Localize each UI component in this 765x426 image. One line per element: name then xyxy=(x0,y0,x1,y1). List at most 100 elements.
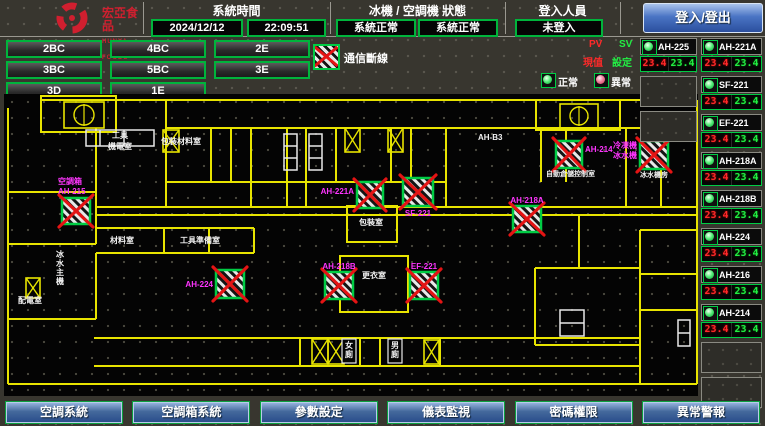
stair-icon xyxy=(424,340,439,364)
equipment-entry-AH-221A[interactable]: AH-221A 23.423.4 xyxy=(701,38,762,72)
equipment-entry-AH-218A[interactable]: AH-218A23.423.4 xyxy=(701,152,762,186)
svg-text:冰水主機: 冰水主機 xyxy=(55,249,65,286)
equipment-entry-SF-221[interactable]: SF-221 23.423.4 xyxy=(701,76,762,110)
menu-button-密碼權限[interactable]: 密碼權限 xyxy=(515,401,633,424)
menu-button-空調系統[interactable]: 空調系統 xyxy=(5,401,123,424)
equipment-entry-AH-214[interactable]: AH-21423.423.4 xyxy=(701,304,762,338)
normal-lamp-icon xyxy=(541,73,556,88)
pv-sv-values: 23.423.4 xyxy=(701,284,762,300)
status-lamp-icon xyxy=(703,154,717,167)
empty-slot xyxy=(640,76,697,107)
floor-button-4BC[interactable]: 4BC xyxy=(110,40,206,58)
room-label-AH-B3: AH-B3 xyxy=(478,133,503,142)
svg-text:工具: 工具 xyxy=(112,131,128,140)
floor-button-5BC[interactable]: 5BC xyxy=(110,61,206,79)
pv-value: 23.4 xyxy=(702,95,732,109)
ac-status-display: 系統正常 xyxy=(418,19,498,37)
ahu-tag-label: EF-221 xyxy=(411,262,438,271)
ahu-unit-EF-221[interactable]: EF-221 xyxy=(407,262,441,302)
equipment-entry-AH-216[interactable]: AH-21623.423.4 xyxy=(701,266,762,300)
menu-button-異常警報[interactable]: 異常警報 xyxy=(642,401,760,424)
sv-value: 23.4 xyxy=(732,57,761,71)
floor-button-3BC[interactable]: 3BC xyxy=(6,61,102,79)
ahu-unit-CHILLER[interactable]: 冷凍機冰水機 xyxy=(613,138,671,172)
pv-sv-values: 23.423.4 xyxy=(701,246,762,262)
room-label-工具: 工具 xyxy=(112,131,128,140)
login-logout-button[interactable]: 登入/登出 xyxy=(643,3,763,33)
menu-button-空調箱系統[interactable]: 空調箱系統 xyxy=(132,401,250,424)
machine-status-label: 冰機 / 空調機 狀態 xyxy=(330,2,505,19)
pv-sv-values: 23.423.4 xyxy=(701,208,762,224)
room-label-自動倉儲控制室: 自動倉儲控制室 xyxy=(546,169,595,178)
sv-value: 23.4 xyxy=(732,247,761,261)
pv-value: 23.4 xyxy=(702,133,732,147)
sv-value: 23.4 xyxy=(732,285,761,299)
pv-value: 23.4 xyxy=(702,171,732,185)
equipment-entry-AH-218B[interactable]: AH-218B23.423.4 xyxy=(701,190,762,224)
sv-value: 23.4 xyxy=(732,171,761,185)
pv-sv-values: 23.423.4 xyxy=(701,170,762,186)
pv-sv-values: 23.423.4 xyxy=(701,132,762,148)
scada-screen: 宏亞食品 HUNYA FOODS 系統時間 2024/12/12 22:09:5… xyxy=(0,0,765,426)
room-label-材料室: 材料室 xyxy=(110,235,134,245)
ahu-tag-label: AH-218B xyxy=(322,262,356,271)
pv-sv-values: 23.423.4 xyxy=(640,56,697,72)
pv-value: 23.4 xyxy=(702,57,732,71)
stair-icon xyxy=(312,339,328,364)
header-bar: 宏亞食品 HUNYA FOODS 系統時間 2024/12/12 22:09:5… xyxy=(0,0,765,37)
date-display: 2024/12/12 xyxy=(151,19,243,37)
sv-value: 23.4 xyxy=(732,133,761,147)
svg-text:女廁: 女廁 xyxy=(345,340,353,359)
ahu-unit-AH-214[interactable]: AH-214 xyxy=(553,138,613,171)
floor-button-3E[interactable]: 3E xyxy=(214,61,310,79)
floor-button-2E[interactable]: 2E xyxy=(214,40,310,58)
room-label-冰水主機: 冰水主機 xyxy=(55,249,65,286)
pv-sv-values: 23.423.4 xyxy=(701,56,762,72)
normal-label: 正常 xyxy=(558,74,578,89)
status-lamp-icon xyxy=(703,230,717,243)
room-label-冰水機房: 冰水機房 xyxy=(640,170,668,179)
menu-button-儀表監視[interactable]: 儀表監視 xyxy=(387,401,505,424)
sv-cn-label: 設定 xyxy=(612,54,632,69)
sv-value: 23.4 xyxy=(732,95,761,109)
menu-button-參數設定[interactable]: 參數設定 xyxy=(260,401,378,424)
chiller-status-display: 系統正常 xyxy=(336,19,416,37)
status-lamp-icon xyxy=(703,116,717,129)
stair-icon xyxy=(26,278,40,298)
equipment-tag: AH-225 xyxy=(658,42,689,52)
pv-sv-values: 23.423.4 xyxy=(701,94,762,110)
ahu-unit-AH-218B[interactable]: AH-218B xyxy=(322,262,356,302)
room-label-更衣室: 更衣室 xyxy=(362,270,386,280)
status-lamp-icon xyxy=(703,306,717,319)
comm-fail-icon xyxy=(313,44,340,70)
svg-text:材料室: 材料室 xyxy=(110,235,134,245)
empty-slot xyxy=(640,111,697,142)
pv-value: 23.4 xyxy=(702,323,732,337)
equipment-entry-AH-225[interactable]: AH-225 23.423.4 xyxy=(640,38,697,72)
svg-text:工具準備室: 工具準備室 xyxy=(180,235,220,245)
status-lamp-icon xyxy=(703,192,717,205)
ahu-unit-AH-218A[interactable]: AH-218A xyxy=(510,196,544,235)
ahu-unit-SF-221[interactable]: SF-221 xyxy=(400,175,436,218)
status-lamp-icon xyxy=(703,78,717,91)
floor-plan: 空調箱AH-215AH-221ASF-221AH-218AAH-214冷凍機冰水… xyxy=(4,94,698,396)
pv-value: 23.4 xyxy=(702,247,732,261)
equipment-tag: EF-221 xyxy=(719,118,749,128)
ahu-tag-label: AH-224 xyxy=(185,280,213,289)
floor-button-2BC[interactable]: 2BC xyxy=(6,40,102,58)
system-time-label: 系統時間 xyxy=(143,2,330,19)
ahu-tag-label: 空調箱AH-215 xyxy=(58,176,86,196)
room-label-工具準備室: 工具準備室 xyxy=(180,235,220,245)
equipment-tag: SF-221 xyxy=(719,80,749,90)
equipment-entry-AH-224[interactable]: AH-22423.423.4 xyxy=(701,228,762,262)
sv-value: 23.4 xyxy=(732,209,761,223)
footer-menu: 空調系統空調箱系統參數設定儀表監視密碼權限異常警報 xyxy=(0,398,765,426)
ahu-unit-AH-215[interactable]: 空調箱AH-215 xyxy=(58,176,93,227)
ahu-unit-AH-224[interactable]: AH-224 xyxy=(185,267,247,301)
equipment-entry-EF-221[interactable]: EF-221 23.423.4 xyxy=(701,114,762,148)
room-label-包裝材料室: 包裝材料室 xyxy=(160,136,201,146)
sv-label: SV xyxy=(619,39,632,50)
abnormal-lamp-icon xyxy=(594,73,609,88)
pv-cn-label: 現值 xyxy=(583,54,603,69)
equipment-tag: AH-221A xyxy=(719,42,757,52)
